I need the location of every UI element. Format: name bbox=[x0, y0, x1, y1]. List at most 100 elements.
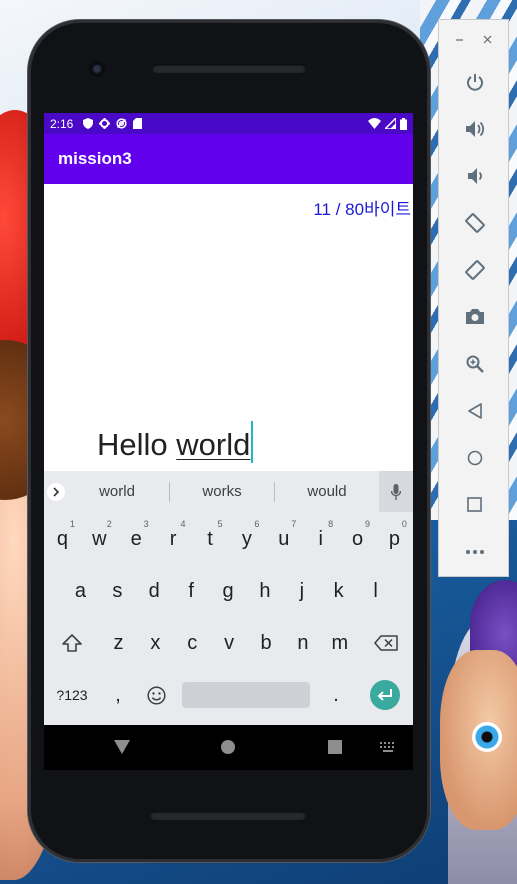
key-n[interactable]: n bbox=[284, 621, 321, 665]
gear-icon bbox=[99, 118, 111, 129]
key-b[interactable]: b bbox=[248, 621, 285, 665]
byte-counter: 11 / 80바이트 bbox=[313, 200, 411, 219]
voice-input-button[interactable] bbox=[379, 471, 413, 512]
enter-key[interactable] bbox=[356, 673, 413, 717]
overview-square-icon[interactable] bbox=[328, 740, 342, 754]
microphone-icon bbox=[391, 483, 401, 500]
more-icon bbox=[465, 549, 484, 554]
volume-up-button[interactable] bbox=[439, 105, 510, 152]
space-bar bbox=[182, 682, 310, 708]
suggestion-strip: world works would bbox=[44, 471, 413, 512]
key-d[interactable]: d bbox=[136, 569, 173, 613]
overview-button[interactable] bbox=[439, 481, 510, 528]
key-label: r bbox=[169, 527, 177, 550]
input-plain-text: Hello bbox=[97, 427, 177, 462]
top-speaker bbox=[152, 64, 306, 73]
key-hint: 9 bbox=[365, 519, 371, 529]
comma-key[interactable]: , bbox=[100, 673, 136, 717]
key-row-1: q1 w2 e3 r4 t5 y6 u7 i8 o9 p0 bbox=[44, 515, 413, 563]
power-button[interactable] bbox=[439, 58, 510, 105]
key-label: q bbox=[56, 527, 68, 550]
key-hint: 4 bbox=[180, 519, 186, 529]
status-icons-left bbox=[83, 118, 143, 129]
emoji-icon bbox=[146, 685, 166, 705]
key-hint: 0 bbox=[401, 519, 407, 529]
emoji-key[interactable] bbox=[136, 673, 176, 717]
rotate-right-button[interactable] bbox=[439, 246, 510, 293]
key-l[interactable]: l bbox=[357, 569, 394, 613]
key-k[interactable]: k bbox=[320, 569, 357, 613]
key-w[interactable]: w2 bbox=[81, 517, 118, 561]
close-icon[interactable] bbox=[483, 35, 492, 44]
backspace-key[interactable] bbox=[358, 621, 413, 665]
key-y[interactable]: y6 bbox=[228, 517, 265, 561]
key-row-2: a s d f g h j k l bbox=[44, 567, 413, 615]
wallpaper-character-eye bbox=[472, 722, 502, 752]
minimize-icon[interactable] bbox=[455, 35, 464, 44]
key-hint: 1 bbox=[69, 519, 75, 529]
key-g[interactable]: g bbox=[210, 569, 247, 613]
suggestion-2[interactable]: works bbox=[170, 483, 274, 500]
sd-card-icon bbox=[133, 118, 143, 129]
screenshot-button[interactable] bbox=[439, 293, 510, 340]
key-label: i bbox=[318, 527, 323, 550]
power-icon bbox=[466, 73, 483, 91]
key-label: y bbox=[241, 527, 252, 550]
key-o[interactable]: o9 bbox=[339, 517, 376, 561]
battery-icon bbox=[400, 117, 407, 130]
shield-icon bbox=[83, 118, 94, 129]
key-e[interactable]: e3 bbox=[118, 517, 155, 561]
key-c[interactable]: c bbox=[174, 621, 211, 665]
space-key[interactable] bbox=[176, 673, 316, 717]
key-hint: 6 bbox=[254, 519, 260, 529]
key-hint: 7 bbox=[291, 519, 297, 529]
key-z[interactable]: z bbox=[100, 621, 137, 665]
home-circle-icon[interactable] bbox=[221, 740, 235, 754]
keyboard-switch-icon[interactable] bbox=[380, 742, 396, 752]
key-x[interactable]: x bbox=[137, 621, 174, 665]
status-time: 2:16 bbox=[50, 116, 74, 131]
symbols-key[interactable]: ?123 bbox=[44, 673, 100, 717]
key-hint: 2 bbox=[106, 519, 112, 529]
suggestion-1[interactable]: world bbox=[65, 483, 169, 500]
volume-down-button[interactable] bbox=[439, 152, 510, 199]
volume-down-icon bbox=[467, 167, 482, 184]
suggestion-3[interactable]: would bbox=[275, 483, 379, 500]
key-hint: 3 bbox=[143, 519, 149, 529]
input-composing-text: world bbox=[176, 427, 251, 462]
key-p[interactable]: p0 bbox=[376, 517, 413, 561]
key-q[interactable]: q1 bbox=[44, 517, 81, 561]
enter-icon-wrap bbox=[369, 680, 400, 710]
key-hint: 8 bbox=[328, 519, 334, 529]
key-f[interactable]: f bbox=[173, 569, 210, 613]
toolbar-window-controls bbox=[439, 20, 508, 58]
key-h[interactable]: h bbox=[246, 569, 283, 613]
emulator-toolbar bbox=[438, 19, 509, 577]
back-button[interactable] bbox=[439, 387, 510, 434]
key-label: o bbox=[352, 527, 364, 550]
key-label: e bbox=[130, 527, 142, 550]
back-icon bbox=[467, 402, 482, 419]
rotate-left-button[interactable] bbox=[439, 199, 510, 246]
app-title: mission3 bbox=[58, 149, 132, 168]
back-triangle-icon[interactable] bbox=[114, 740, 130, 754]
key-s[interactable]: s bbox=[99, 569, 136, 613]
expand-toolbar-button[interactable] bbox=[47, 482, 65, 501]
enter-icon bbox=[377, 689, 392, 701]
more-button[interactable] bbox=[439, 528, 510, 575]
key-i[interactable]: i8 bbox=[302, 517, 339, 561]
period-key[interactable]: . bbox=[316, 673, 356, 717]
key-m[interactable]: m bbox=[321, 621, 358, 665]
key-v[interactable]: v bbox=[211, 621, 248, 665]
key-r[interactable]: r4 bbox=[155, 517, 192, 561]
message-input[interactable]: Hello world bbox=[97, 421, 254, 463]
text-cursor bbox=[251, 421, 254, 463]
key-j[interactable]: j bbox=[283, 569, 320, 613]
wifi-icon bbox=[368, 118, 381, 129]
zoom-button[interactable] bbox=[439, 340, 510, 387]
key-a[interactable]: a bbox=[62, 569, 99, 613]
key-u[interactable]: u7 bbox=[265, 517, 302, 561]
shift-key[interactable] bbox=[44, 621, 100, 665]
key-t[interactable]: t5 bbox=[192, 517, 229, 561]
home-button[interactable] bbox=[439, 434, 510, 481]
